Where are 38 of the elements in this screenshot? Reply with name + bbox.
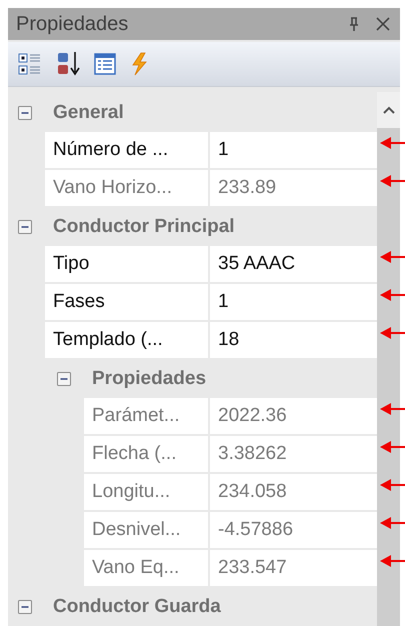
property-value[interactable]: 233.547 bbox=[210, 550, 377, 586]
category-label[interactable]: Conductor Principal bbox=[53, 212, 235, 242]
collapse-icon[interactable] bbox=[18, 106, 32, 120]
property-value[interactable]: 2022.36 bbox=[210, 398, 377, 434]
lightning-icon[interactable] bbox=[130, 52, 148, 76]
collapse-icon[interactable] bbox=[18, 220, 32, 234]
scroll-up-button[interactable] bbox=[377, 92, 400, 128]
chevron-up-icon bbox=[382, 106, 394, 114]
window-title: Propiedades bbox=[16, 12, 130, 37]
scrollbar[interactable] bbox=[377, 92, 400, 626]
property-name[interactable]: Número de ... bbox=[45, 132, 208, 168]
category-label[interactable]: General bbox=[53, 98, 124, 128]
collapse-icon[interactable] bbox=[57, 372, 71, 386]
categorized-view-icon[interactable] bbox=[18, 52, 42, 76]
property-value[interactable]: 233.89 bbox=[210, 170, 377, 206]
category-label[interactable]: Conductor Guarda bbox=[53, 592, 221, 622]
property-value[interactable]: 35 AAAC bbox=[210, 246, 377, 282]
property-name[interactable]: Desnivel... bbox=[84, 512, 208, 548]
property-value[interactable]: 234.058 bbox=[210, 474, 377, 510]
property-value[interactable]: 1 bbox=[210, 132, 377, 168]
category-label[interactable]: Propiedades bbox=[92, 364, 206, 394]
property-name[interactable]: Tipo bbox=[45, 246, 208, 282]
property-value[interactable]: 1 bbox=[210, 284, 377, 320]
pin-icon[interactable] bbox=[348, 16, 360, 31]
property-name[interactable]: Parámet... bbox=[84, 398, 208, 434]
property-name[interactable]: Fases bbox=[45, 284, 208, 320]
property-name[interactable]: Vano Horizo... bbox=[45, 170, 208, 206]
property-name[interactable]: Longitu... bbox=[84, 474, 208, 510]
property-name[interactable]: Vano Eq... bbox=[84, 550, 208, 586]
property-name[interactable]: Flecha (... bbox=[84, 436, 208, 472]
property-value[interactable]: 18 bbox=[210, 322, 377, 358]
property-name[interactable]: Templado (... bbox=[45, 322, 208, 358]
property-pages-icon[interactable] bbox=[94, 52, 116, 75]
close-icon[interactable] bbox=[376, 16, 390, 31]
collapse-icon[interactable] bbox=[18, 600, 32, 614]
sort-icon[interactable] bbox=[56, 50, 80, 77]
property-value[interactable]: 3.38262 bbox=[210, 436, 377, 472]
property-value[interactable]: -4.57886 bbox=[210, 512, 377, 548]
